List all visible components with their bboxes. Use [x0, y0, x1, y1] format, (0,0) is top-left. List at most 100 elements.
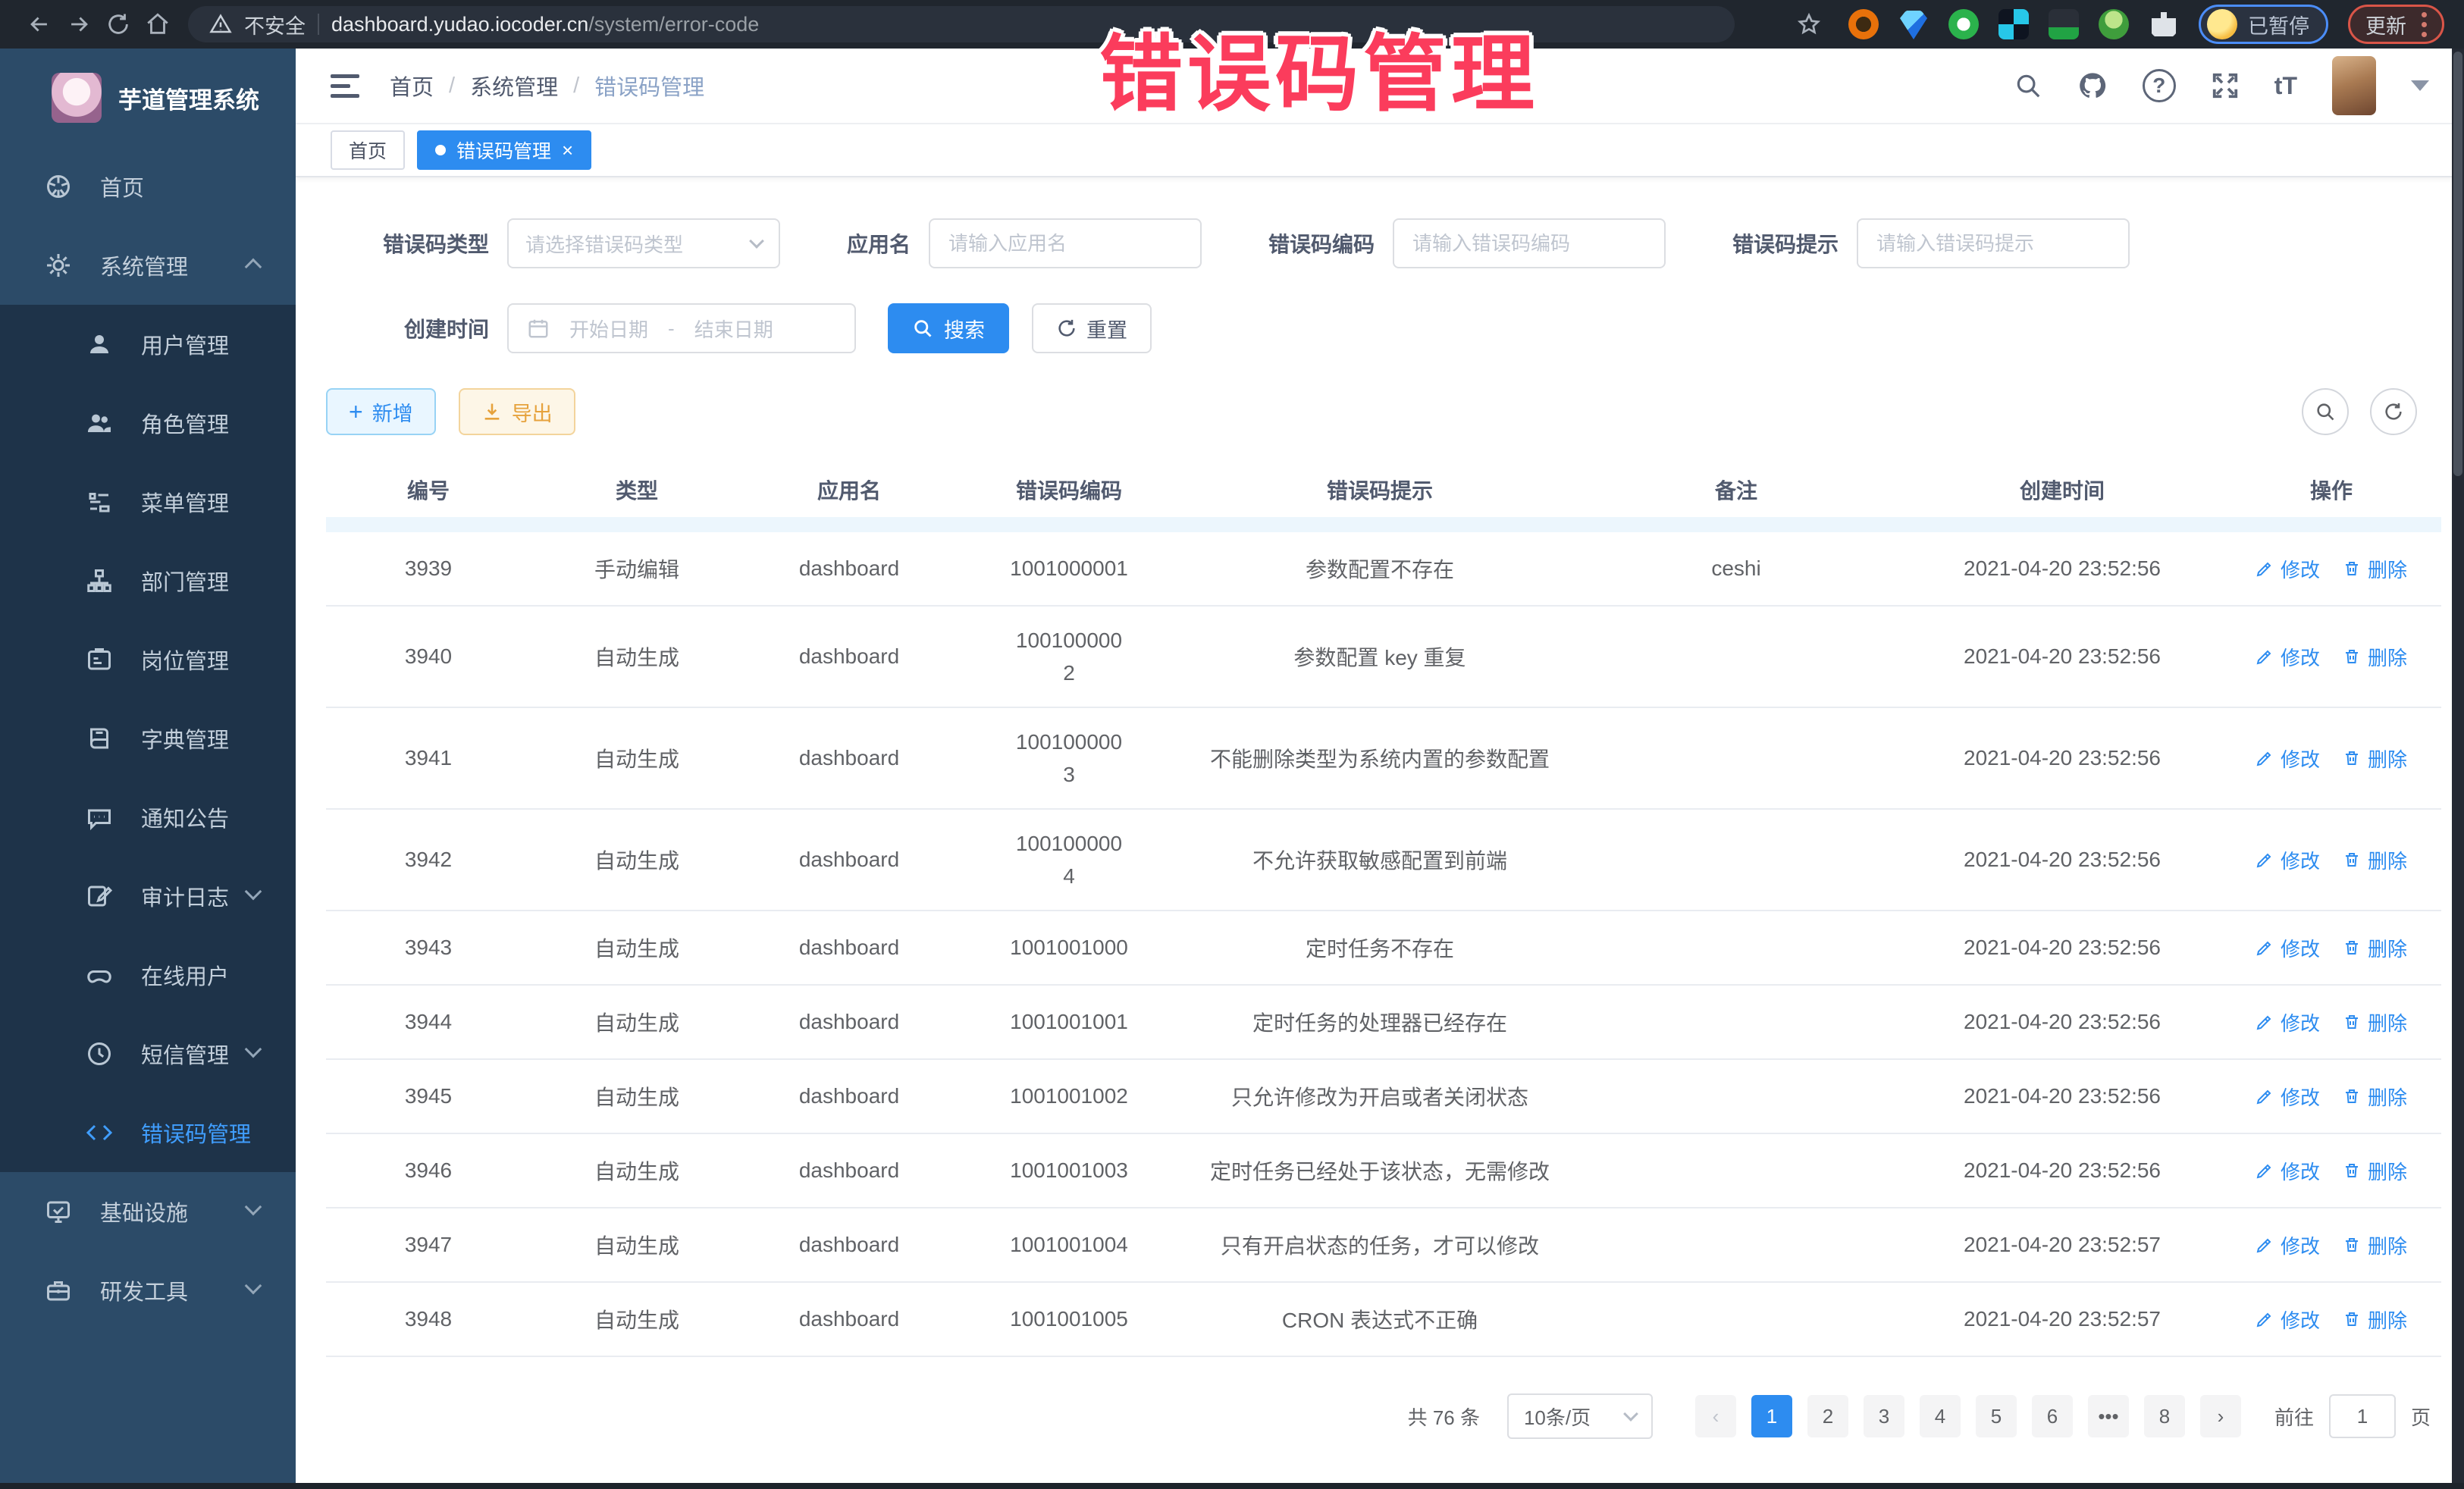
extension-puzzle-icon[interactable] — [2149, 9, 2179, 39]
show-search-toggle-icon[interactable] — [2302, 388, 2349, 435]
page-button-8[interactable]: 8 — [2144, 1395, 2185, 1437]
sidebar-item-system[interactable]: 系统管理 — [0, 226, 296, 305]
breadcrumb-home[interactable]: 首页 — [390, 70, 434, 102]
sidebar-item-posts[interactable]: 岗位管理 — [0, 620, 296, 699]
breadcrumb: 首页 / 系统管理 / 错误码管理 — [390, 70, 704, 102]
sidebar-item-dict[interactable]: 字典管理 — [0, 699, 296, 778]
edit-link[interactable]: 修改 — [2256, 643, 2320, 671]
page-size-select[interactable]: 10条/页 — [1507, 1393, 1653, 1439]
avatar-dropdown-icon[interactable] — [2411, 80, 2429, 91]
sidebar-item-departments[interactable]: 部门管理 — [0, 541, 296, 620]
update-label: 更新 — [2365, 10, 2406, 39]
goto-suffix: 页 — [2411, 1403, 2431, 1431]
edit-link[interactable]: 修改 — [2256, 1157, 2320, 1185]
browser-menu-icon[interactable] — [2422, 12, 2427, 37]
reload-icon[interactable] — [99, 5, 138, 44]
page-button-6[interactable]: 6 — [2032, 1395, 2073, 1437]
delete-link[interactable]: 删除 — [2343, 643, 2407, 671]
help-icon[interactable]: ? — [2143, 69, 2176, 102]
page-ellipsis[interactable]: ••• — [2088, 1395, 2129, 1437]
scrollbar-thumb[interactable] — [2453, 52, 2462, 476]
delete-link[interactable]: 删除 — [2343, 1306, 2407, 1334]
goto-page-input[interactable] — [2329, 1394, 2396, 1438]
sidebar-item-online-users[interactable]: 在线用户 — [0, 936, 296, 1014]
edit-link[interactable]: 修改 — [2256, 1083, 2320, 1111]
error-type-select[interactable]: 请选择错误码类型 — [507, 218, 780, 268]
refresh-table-icon[interactable] — [2370, 388, 2417, 435]
page-button-5[interactable]: 5 — [1976, 1395, 2017, 1437]
edit-link[interactable]: 修改 — [2256, 846, 2320, 874]
dashboard-icon — [44, 172, 73, 201]
delete-link[interactable]: 删除 — [2343, 1008, 2407, 1036]
breadcrumb-section[interactable]: 系统管理 — [470, 70, 558, 102]
tag-home[interactable]: 首页 — [331, 130, 405, 170]
page-button-3[interactable]: 3 — [1864, 1395, 1904, 1437]
export-button[interactable]: 导出 — [459, 388, 575, 435]
back-icon[interactable] — [20, 5, 59, 44]
search-button[interactable]: 搜索 — [888, 303, 1009, 353]
edit-link[interactable]: 修改 — [2256, 744, 2320, 773]
add-button[interactable]: + 新增 — [326, 388, 436, 435]
error-code-input[interactable] — [1393, 218, 1666, 268]
edit-link[interactable]: 修改 — [2256, 555, 2320, 583]
table-row: 3942 自动生成 dashboard 100100000 4 不允许获取敏感配… — [326, 810, 2441, 911]
close-icon[interactable]: × — [562, 140, 573, 160]
page-button-1[interactable]: 1 — [1751, 1395, 1792, 1437]
sidebar-item-menus[interactable]: 菜单管理 — [0, 462, 296, 541]
delete-link[interactable]: 删除 — [2343, 1231, 2407, 1259]
extension-orange-icon[interactable] — [1848, 9, 1879, 39]
delete-link[interactable]: 删除 — [2343, 1083, 2407, 1111]
delete-link[interactable]: 删除 — [2343, 555, 2407, 583]
home-icon[interactable] — [138, 5, 177, 44]
edit-link[interactable]: 修改 — [2256, 1231, 2320, 1259]
extension-gem-icon[interactable] — [1898, 9, 1929, 39]
sidebar-item-sms[interactable]: 短信管理 — [0, 1014, 296, 1093]
sidebar-item-audit-log[interactable]: 审计日志 — [0, 857, 296, 936]
sidebar-item-dev-tools[interactable]: 研发工具 — [0, 1251, 296, 1330]
prev-page-button[interactable]: ‹ — [1695, 1395, 1736, 1437]
edit-link[interactable]: 修改 — [2256, 934, 2320, 962]
page-button-4[interactable]: 4 — [1920, 1395, 1961, 1437]
delete-link[interactable]: 删除 — [2343, 846, 2407, 874]
reset-button[interactable]: 重置 — [1032, 303, 1152, 353]
screen: 不安全 dashboard.yudao.iocoder.cn/system/er… — [0, 0, 2464, 1489]
delete-link[interactable]: 删除 — [2343, 934, 2407, 962]
sidebar-item-notice[interactable]: 通知公告 — [0, 778, 296, 857]
app-name-input[interactable] — [929, 218, 1202, 268]
tags-view-bar: 首页 错误码管理 × — [296, 124, 2464, 177]
browser-update-button[interactable]: 更新 — [2348, 5, 2444, 44]
next-page-button[interactable]: › — [2200, 1395, 2241, 1437]
github-icon[interactable] — [2077, 71, 2108, 101]
delete-link[interactable]: 删除 — [2343, 744, 2407, 773]
bookmark-star-icon[interactable] — [1789, 5, 1829, 44]
window-bottom-edge — [0, 1483, 2464, 1489]
sidebar-item-home[interactable]: 首页 — [0, 147, 296, 226]
extension-green-v-icon[interactable] — [1948, 9, 1979, 39]
extension-tampermonkey-icon[interactable] — [2049, 9, 2079, 39]
search-icon[interactable] — [2014, 71, 2042, 100]
fullscreen-icon[interactable] — [2211, 71, 2240, 100]
extension-squares-icon[interactable] — [1998, 9, 2029, 39]
browser-scrollbar[interactable] — [2452, 49, 2464, 1483]
page-button-2[interactable]: 2 — [1807, 1395, 1848, 1437]
extension-person-green-icon[interactable] — [2099, 9, 2129, 39]
table-row: 3947 自动生成 dashboard 1001001004 只有开启状态的任务… — [326, 1208, 2441, 1283]
table-row: 3940 自动生成 dashboard 100100000 2 参数配置 key… — [326, 607, 2441, 708]
edit-link[interactable]: 修改 — [2256, 1008, 2320, 1036]
sidebar-item-error-code[interactable]: 错误码管理 — [0, 1093, 296, 1172]
error-hint-input[interactable] — [1857, 218, 2130, 268]
text-size-icon[interactable]: tT — [2274, 72, 2297, 100]
edit-link[interactable]: 修改 — [2256, 1306, 2320, 1334]
user-avatar[interactable] — [2332, 56, 2376, 115]
tag-error-code[interactable]: 错误码管理 × — [417, 130, 591, 170]
header-highlight-stripe — [326, 517, 2441, 532]
col-code: 错误码编码 — [955, 475, 1183, 505]
profile-paused-badge[interactable]: 已暂停 — [2199, 5, 2328, 44]
sidebar-item-infra[interactable]: 基础设施 — [0, 1172, 296, 1251]
sidebar-toggle-icon[interactable] — [331, 74, 359, 98]
date-range-picker[interactable]: 开始日期 - 结束日期 — [507, 303, 856, 353]
delete-link[interactable]: 删除 — [2343, 1157, 2407, 1185]
sidebar-item-users[interactable]: 用户管理 — [0, 305, 296, 384]
sidebar-item-roles[interactable]: 角色管理 — [0, 384, 296, 462]
forward-icon[interactable] — [59, 5, 99, 44]
